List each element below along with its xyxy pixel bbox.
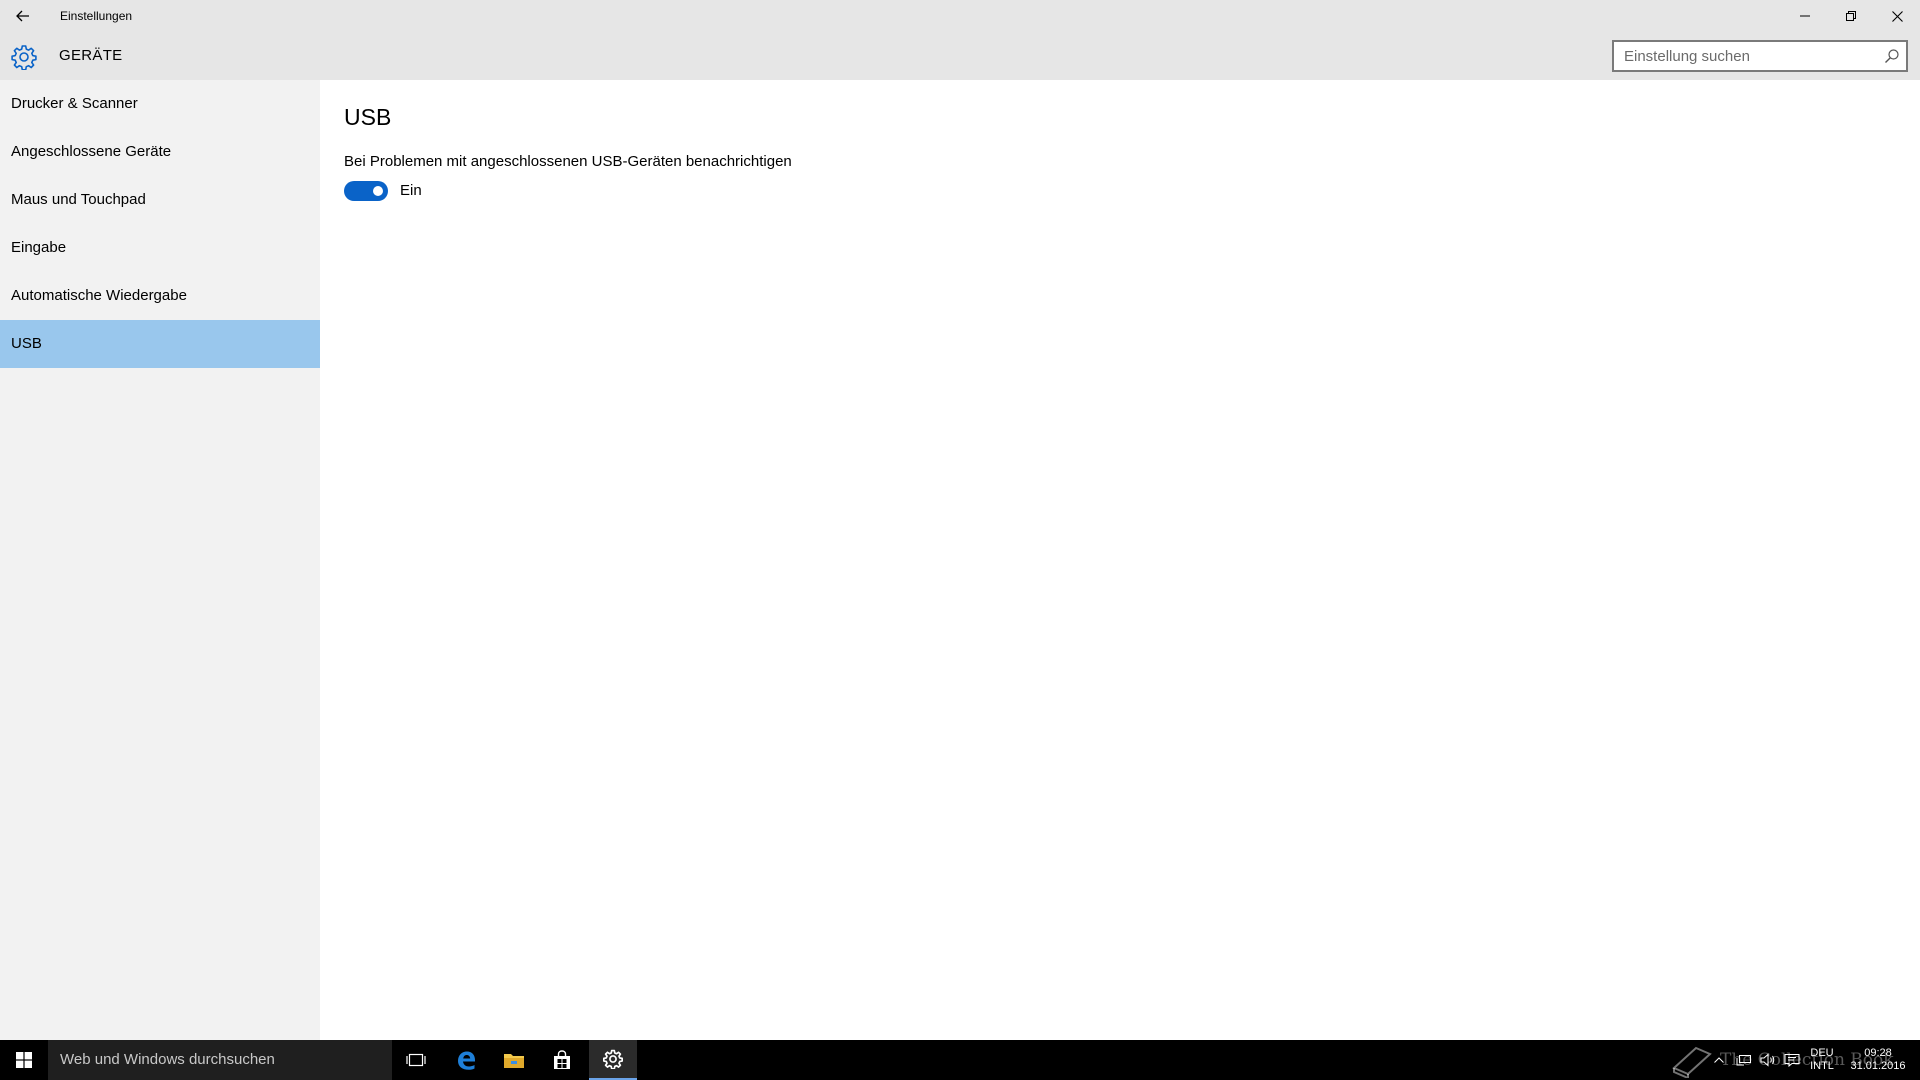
edge-icon (458, 1051, 475, 1070)
close-icon (1891, 10, 1903, 22)
sidebar-item-drucker-scanner[interactable]: Drucker & Scanner (0, 80, 320, 128)
language-code: DEU (1810, 1047, 1834, 1059)
taskbar-search-box[interactable]: Web und Windows durchsuchen (48, 1040, 392, 1080)
edge-button[interactable] (442, 1040, 490, 1080)
clock-date: 31.01.2016 (1850, 1060, 1906, 1072)
section-title: GERÄTE (59, 47, 123, 64)
show-hidden-icons-button[interactable] (1706, 1040, 1732, 1080)
taskbar: Web und Windows durchsuchen The Collecti… (0, 1040, 1920, 1080)
windows-logo-icon (16, 1052, 32, 1068)
page-title: USB (344, 104, 392, 130)
file-explorer-button[interactable] (490, 1040, 538, 1080)
task-view-icon (406, 1053, 426, 1067)
toggle-state-label: Ein (400, 182, 422, 199)
sidebar-item-label: Maus und Touchpad (11, 191, 146, 208)
usb-notify-setting-label: Bei Problemen mit angeschlossenen USB-Ge… (344, 153, 792, 170)
sidebar-item-label: Eingabe (11, 239, 67, 256)
content-pane: USB Bei Problemen mit angeschlossenen US… (320, 80, 1920, 1040)
settings-window: Einstellungen GERÄTE Einstellung suchen … (0, 0, 1920, 1040)
input-language-indicator[interactable]: DEU INTL (1806, 1047, 1838, 1073)
search-icon[interactable] (1884, 48, 1900, 64)
sidebar-item-automatische-wiedergabe[interactable]: Automatische Wiedergabe (0, 272, 320, 320)
taskbar-search-placeholder: Web und Windows durchsuchen (60, 1051, 275, 1068)
file-explorer-icon (504, 1054, 524, 1068)
sidebar-item-usb[interactable]: USB (0, 320, 320, 368)
volume-tray-button[interactable] (1756, 1040, 1780, 1080)
usb-notify-toggle[interactable] (344, 181, 388, 201)
settings-icon (603, 1049, 623, 1069)
sidebar-item-label: Angeschlossene Geräte (11, 143, 172, 160)
minimize-icon (1800, 15, 1810, 17)
clock-time: 09:28 (1864, 1047, 1892, 1059)
sidebar-item-label: Drucker & Scanner (11, 95, 138, 112)
action-center-button[interactable] (1780, 1040, 1804, 1080)
store-icon (554, 1050, 570, 1069)
settings-search-input[interactable] (1614, 42, 1874, 70)
sidebar-item-label: USB (11, 335, 42, 352)
sidebar-item-eingabe[interactable]: Eingabe (0, 224, 320, 272)
settings-taskbar-button[interactable] (589, 1040, 637, 1080)
keyboard-layout: INTL (1810, 1060, 1834, 1072)
restore-button[interactable] (1828, 0, 1874, 32)
close-button[interactable] (1874, 0, 1920, 32)
back-arrow-icon (16, 10, 29, 22)
toggle-knob (373, 186, 383, 196)
settings-header: GERÄTE (0, 32, 1920, 80)
store-button[interactable] (538, 1040, 586, 1080)
action-center-icon (1784, 1054, 1800, 1067)
chevron-up-icon (1714, 1057, 1724, 1063)
settings-search-box[interactable] (1612, 40, 1908, 72)
sidebar-item-maus-touchpad[interactable]: Maus und Touchpad (0, 176, 320, 224)
network-icon (1736, 1055, 1751, 1066)
minimize-button[interactable] (1782, 0, 1828, 32)
clock[interactable]: 09:28 31.01.2016 (1842, 1047, 1914, 1073)
sidebar-nav: Drucker & Scanner Angeschlossene Geräte … (0, 80, 320, 1040)
window-title: Einstellungen (60, 9, 133, 23)
sidebar-item-angeschlossene-geraete[interactable]: Angeschlossene Geräte (0, 128, 320, 176)
title-bar: Einstellungen (0, 0, 1920, 32)
task-view-button[interactable] (392, 1040, 440, 1080)
sidebar-item-label: Automatische Wiedergabe (11, 287, 187, 304)
network-tray-button[interactable] (1732, 1040, 1756, 1080)
back-button[interactable] (8, 2, 38, 30)
start-button[interactable] (0, 1040, 48, 1080)
volume-icon (1760, 1053, 1775, 1067)
restore-icon (1846, 11, 1856, 21)
gear-icon (11, 45, 37, 70)
